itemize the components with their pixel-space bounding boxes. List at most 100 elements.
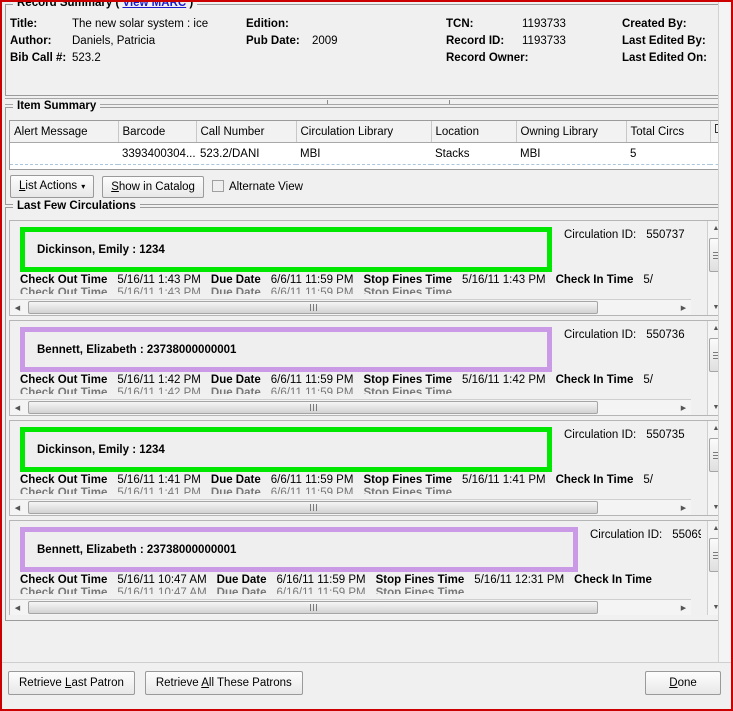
- cell-barcode: 3393400304...: [118, 142, 196, 165]
- item-summary-toolbar: List Actions ▾ Show in Catalog Alternate …: [10, 175, 727, 198]
- splitter-grip: [449, 100, 450, 104]
- author-value: Daniels, Patricia: [72, 35, 156, 47]
- clipped-value: 5/16/11 1:42 PM: [117, 387, 201, 394]
- due-date-label: Due Date: [210, 474, 261, 486]
- horizontal-scrollbar[interactable]: ◀ ▶: [10, 299, 691, 315]
- alternate-view-checkbox[interactable]: Alternate View: [211, 180, 303, 193]
- check-out-time-label: Check Out Time: [20, 474, 108, 486]
- stop-fines-time-label: Stop Fines Time: [363, 274, 453, 286]
- record-summary-title-text: Record Summary: [17, 0, 113, 9]
- column-header-barcode[interactable]: Barcode: [118, 121, 197, 143]
- scroll-left-icon[interactable]: ◀: [10, 500, 25, 515]
- check-in-time-label: Check In Time: [555, 374, 634, 386]
- record-owner-value: [522, 51, 622, 66]
- scroll-right-icon[interactable]: ▶: [676, 600, 691, 615]
- hscroll-thumb[interactable]: [28, 301, 598, 314]
- title-label: Title:: [10, 18, 38, 30]
- check-out-time-value: 5/16/11 1:41 PM: [117, 474, 201, 486]
- clipped-label: Due Date: [210, 387, 261, 394]
- check-out-time-value: 5/16/11 10:47 AM: [117, 574, 207, 586]
- tcn-value: 1193733: [522, 18, 566, 30]
- circulation-id-field: Circulation ID: 550736: [552, 327, 701, 372]
- scroll-right-icon[interactable]: ▶: [676, 500, 691, 515]
- patron-highlight-box[interactable]: Dickinson, Emily : 1234: [20, 427, 552, 472]
- circulation-list: Dickinson, Emily : 1234 Circulation ID: 5…: [9, 220, 724, 615]
- grip-icon: [309, 604, 317, 611]
- hscroll-thumb[interactable]: [28, 601, 598, 614]
- column-header-alert-message[interactable]: Alert Message: [10, 121, 119, 143]
- show-in-catalog-button[interactable]: Show in Catalog: [102, 175, 204, 198]
- clipped-label: Due Date: [216, 587, 267, 594]
- edition-label: Edition:: [246, 18, 289, 30]
- created-by-label: Created By:: [622, 18, 687, 30]
- hscroll-thumb[interactable]: [28, 501, 598, 514]
- paren-close: ): [189, 0, 194, 9]
- circulation-block: Dickinson, Emily : 1234 Circulation ID: 5…: [9, 420, 724, 516]
- column-header-owning-library[interactable]: Owning Library: [516, 121, 627, 143]
- circulation-block: Dickinson, Emily : 1234 Circulation ID: 5…: [9, 220, 724, 316]
- last-edited-by-label: Last Edited By:: [622, 35, 706, 47]
- cell-owning-library: MBI: [516, 142, 626, 165]
- bib-call-value: 523.2: [72, 52, 101, 64]
- list-actions-button[interactable]: List Actions ▾: [10, 175, 95, 198]
- patron-highlight-box[interactable]: Bennett, Elizabeth : 23738000000001: [20, 327, 552, 372]
- hscroll-thumb[interactable]: [28, 401, 598, 414]
- patron-name-and-barcode: Dickinson, Emily : 1234: [37, 243, 165, 256]
- circulation-content: Dickinson, Emily : 1234 Circulation ID: 5…: [10, 421, 707, 515]
- stop-fines-time-value: 5/16/11 1:42 PM: [462, 374, 546, 386]
- horizontal-scrollbar[interactable]: ◀ ▶: [10, 599, 691, 615]
- circulation-id-value: 550737: [646, 229, 685, 241]
- circulation-fields-row: Check Out Time 5/16/11 1:43 PM Due Date …: [10, 274, 707, 286]
- retrieve-last-patron-button[interactable]: Retrieve Last Patron: [8, 671, 135, 695]
- horizontal-scrollbar[interactable]: ◀ ▶: [10, 499, 691, 515]
- circulation-clipped-row: Check Out Time 5/16/11 1:43 PM Due Date …: [10, 287, 707, 294]
- circulation-id-value: 55069: [672, 529, 701, 541]
- clipped-label: Stop Fines Time: [363, 487, 453, 494]
- circulation-top-row: Bennett, Elizabeth : 23738000000001 Circ…: [10, 521, 707, 572]
- tcn-label: TCN:: [446, 18, 474, 30]
- check-out-time-value: 5/16/11 1:42 PM: [117, 374, 201, 386]
- column-header-call-number[interactable]: Call Number: [196, 121, 297, 143]
- window-vertical-scrollbar[interactable]: [718, 2, 731, 709]
- table-row[interactable]: 3393400304... 523.2/DANI MBI Stacks MBI …: [10, 142, 730, 165]
- column-header-total-circs[interactable]: Total Circs: [626, 121, 711, 143]
- item-summary-table: Alert Message Barcode Call Number Circul…: [10, 121, 731, 165]
- due-date-value: 6/6/11 11:59 PM: [270, 274, 354, 286]
- empty-label-a: [246, 51, 312, 66]
- clipped-label: Stop Fines Time: [363, 387, 453, 394]
- circulation-id-label: Circulation ID:: [564, 229, 637, 241]
- retrieve-all-label-post: ll These Patrons: [208, 677, 292, 689]
- splitter-record-item[interactable]: [5, 98, 728, 105]
- author-label: Author:: [10, 35, 52, 47]
- patron-highlight-box[interactable]: Bennett, Elizabeth : 23738000000001: [20, 527, 578, 572]
- due-date-value: 6/6/11 11:59 PM: [270, 474, 354, 486]
- title-value: The new solar system : ice: [72, 18, 209, 30]
- column-header-location[interactable]: Location: [431, 121, 517, 143]
- due-date-value: 6/6/11 11:59 PM: [270, 374, 354, 386]
- scroll-left-icon[interactable]: ◀: [10, 400, 25, 415]
- patron-highlight-box[interactable]: Dickinson, Emily : 1234: [20, 227, 552, 272]
- list-actions-label: ist Actions: [25, 180, 78, 192]
- view-marc-link[interactable]: View MARC: [122, 2, 186, 9]
- scroll-right-icon[interactable]: ▶: [676, 400, 691, 415]
- item-summary-table-wrapper: Alert Message Barcode Call Number Circul…: [9, 120, 731, 170]
- circulation-content: Bennett, Elizabeth : 23738000000001 Circ…: [10, 321, 707, 415]
- scroll-left-icon[interactable]: ◀: [10, 600, 25, 615]
- column-header-circulation-library[interactable]: Circulation Library: [296, 121, 432, 143]
- circulation-clipped-row: Check Out Time 5/16/11 10:47 AM Due Date…: [10, 587, 707, 594]
- cell-alert-message: [10, 142, 118, 165]
- retrieve-all-these-patrons-button[interactable]: Retrieve All These Patrons: [144, 671, 303, 695]
- stop-fines-time-value: 5/16/11 1:41 PM: [462, 474, 546, 486]
- checkbox-box-icon: [211, 180, 224, 192]
- check-out-time-value: 5/16/11 1:43 PM: [117, 274, 201, 286]
- patron-name-and-barcode: Dickinson, Emily : 1234: [37, 443, 165, 456]
- circulation-top-row: Dickinson, Emily : 1234 Circulation ID: 5…: [10, 221, 707, 272]
- scroll-right-icon[interactable]: ▶: [676, 300, 691, 315]
- cell-call-number: 523.2/DANI: [196, 142, 296, 165]
- circulation-clipped-row: Check Out Time 5/16/11 1:41 PM Due Date …: [10, 487, 707, 494]
- done-button[interactable]: Done: [645, 671, 721, 695]
- scroll-left-icon[interactable]: ◀: [10, 300, 25, 315]
- circulation-id-field: Circulation ID: 550737: [552, 227, 701, 272]
- circulation-id-field: Circulation ID: 55069: [578, 527, 701, 572]
- horizontal-scrollbar[interactable]: ◀ ▶: [10, 399, 691, 415]
